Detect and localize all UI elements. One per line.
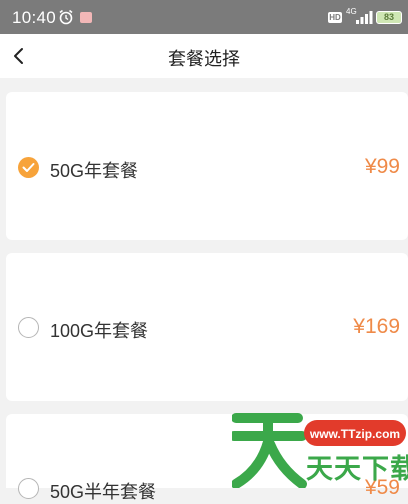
plan-name: 50G年套餐 xyxy=(50,161,139,181)
radio-checked[interactable] xyxy=(18,157,39,178)
watermark-text: 天天下载 xyxy=(306,454,408,485)
status-bar: 10:40 HD 4G 83 xyxy=(0,0,408,34)
nav-bar: 套餐选择 xyxy=(0,34,408,78)
watermark-url: www.TTzip.com xyxy=(309,427,400,441)
watermark-logo: www.TTzip.com 天天下载 xyxy=(232,413,408,488)
alarm-icon xyxy=(59,9,73,25)
app-notification-icon xyxy=(80,12,92,23)
plan-price: ¥169 xyxy=(353,315,400,338)
watermark-big-tian-glyph xyxy=(232,413,307,488)
plan-option-100g-year[interactable]: 100G年套餐 ¥169 xyxy=(6,253,408,401)
signal-icon xyxy=(356,11,373,24)
plan-name: 50G半年套餐 xyxy=(50,482,157,502)
battery-level: 83 xyxy=(383,12,394,22)
check-icon xyxy=(22,163,35,172)
hd-icon: HD xyxy=(328,12,342,23)
plan-name: 100G年套餐 xyxy=(50,321,149,341)
status-time: 10:40 xyxy=(12,8,57,27)
plan-option-50g-year[interactable]: 50G年套餐 ¥99 xyxy=(6,92,408,240)
radio-unchecked[interactable] xyxy=(18,478,39,499)
plan-price: ¥99 xyxy=(364,155,400,178)
page-title: 套餐选择 xyxy=(168,49,240,69)
radio-unchecked[interactable] xyxy=(18,317,39,338)
battery-icon: 83 xyxy=(376,11,402,24)
